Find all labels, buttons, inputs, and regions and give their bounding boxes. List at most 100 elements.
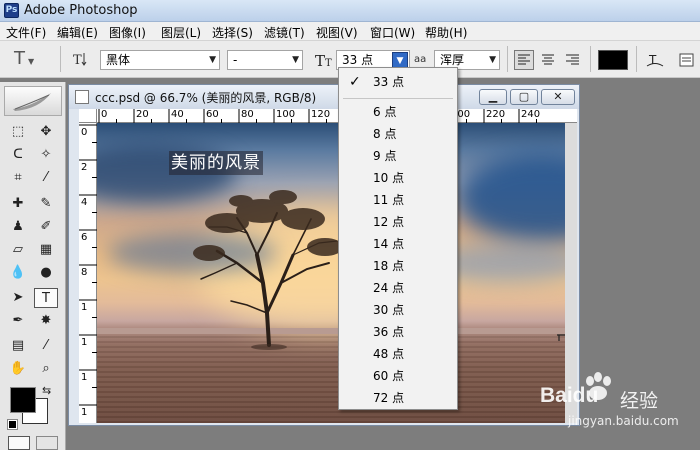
font-size-option-selected[interactable]: ✓ 33 点: [339, 71, 457, 93]
layer-text-caption[interactable]: 美丽的风景: [169, 151, 263, 175]
ruler-tick-label: 0: [101, 109, 108, 120]
slice-tool-icon[interactable]: ⁄: [34, 168, 58, 188]
ruler-origin[interactable]: [79, 109, 97, 123]
toolbox-header-feather-icon: [4, 86, 62, 116]
warp-text-button[interactable]: T: [644, 50, 666, 70]
menu-edit[interactable]: 编辑(E): [57, 24, 98, 41]
divider: [636, 46, 637, 72]
path-selection-tool-icon[interactable]: ➤: [6, 288, 30, 308]
type-tool-preset-icon: T: [14, 48, 25, 69]
menu-filter[interactable]: 滤镜(T): [264, 24, 305, 41]
menu-layer[interactable]: 图层(L): [161, 24, 201, 41]
history-brush-tool-icon[interactable]: ✐: [34, 217, 58, 237]
foreground-color-swatch[interactable]: [10, 387, 36, 413]
move-tool-icon[interactable]: ✥: [34, 122, 58, 142]
font-size-option[interactable]: 72 点: [339, 387, 457, 409]
font-size-option[interactable]: 24 点: [339, 277, 457, 299]
svg-text:T: T: [315, 52, 325, 70]
lasso-tool-icon[interactable]: ᑕ: [6, 145, 30, 165]
dodge-tool-icon[interactable]: ●: [34, 263, 58, 283]
ruler-tick-label: 4: [81, 197, 88, 208]
document-file-icon: [75, 90, 89, 104]
ruler-tick-label: 120: [311, 109, 331, 120]
chevron-down-icon: ▼: [292, 55, 299, 65]
font-size-option[interactable]: 60 点: [339, 365, 457, 387]
font-size-option[interactable]: 18 点: [339, 255, 457, 277]
magic-wand-tool-icon[interactable]: ✧: [34, 145, 58, 165]
font-size-option[interactable]: 6 点: [339, 101, 457, 123]
blur-tool-icon[interactable]: 💧: [6, 263, 30, 283]
menu-view[interactable]: 视图(V): [316, 24, 358, 41]
notes-tool-icon[interactable]: ▤: [6, 336, 30, 356]
ruler-tick-label: 0: [81, 127, 88, 138]
font-size-option-label: 33 点: [373, 75, 405, 89]
swap-colors-icon[interactable]: ⇆: [42, 384, 51, 397]
align-left-icon: [518, 54, 530, 65]
menu-select[interactable]: 选择(S): [212, 24, 253, 41]
text-color-swatch[interactable]: [598, 50, 628, 70]
minimize-button[interactable]: ▁: [479, 89, 507, 105]
baidu-jingyan-watermark: Baidu 经验 jingyan.baidu.com: [540, 370, 700, 432]
align-left-button[interactable]: [514, 50, 534, 70]
ruler-tick-label: 8: [81, 267, 88, 278]
text-orientation-button[interactable]: T: [70, 49, 92, 69]
ruler-horizontal: 0 20 40 60 80 100 120 140 160 180 200 22…: [97, 109, 577, 123]
maximize-button[interactable]: ▢: [510, 89, 538, 105]
document-canvas[interactable]: 美丽的风景: [97, 123, 577, 423]
chevron-down-icon: ▼: [489, 55, 496, 65]
font-style-select[interactable]: - ▼: [227, 50, 303, 70]
font-size-option[interactable]: 48 点: [339, 343, 457, 365]
font-size-option[interactable]: 9 点: [339, 145, 457, 167]
brush-tool-icon[interactable]: ✎: [34, 194, 58, 214]
tool-preset-picker[interactable]: T ▼: [14, 47, 50, 71]
font-size-option[interactable]: 12 点: [339, 211, 457, 233]
ruler-tick-label: 1: [81, 407, 88, 418]
ruler-vertical: 0 2 4 6 8 1 1 1 1: [79, 123, 97, 423]
hand-tool-icon[interactable]: ✋: [6, 359, 30, 379]
standard-mode-icon[interactable]: [8, 436, 30, 450]
font-size-value: 33 点: [342, 53, 374, 67]
pen-tool-icon[interactable]: ✒: [6, 311, 30, 331]
svg-text:T: T: [325, 58, 332, 69]
palettes-button[interactable]: [676, 50, 698, 70]
ruler-tick-label: 60: [206, 109, 219, 120]
ruler-tick-label: 1: [81, 302, 88, 313]
type-tool-icon[interactable]: T: [34, 288, 58, 308]
watermark-brand: Baidu: [540, 384, 599, 407]
menu-window[interactable]: 窗口(W): [370, 24, 415, 41]
document-title: ccc.psd @ 66.7% (美丽的风景, RGB/8): [95, 91, 317, 105]
gradient-tool-icon[interactable]: ▦: [34, 240, 58, 260]
menu-image[interactable]: 图像(I): [109, 24, 146, 41]
chevron-down-icon[interactable]: ▼: [392, 52, 408, 68]
font-size-icon: TT: [314, 50, 336, 70]
font-size-option[interactable]: 36 点: [339, 321, 457, 343]
healing-brush-tool-icon[interactable]: ✚: [6, 194, 30, 214]
zoom-tool-icon[interactable]: ⌕: [34, 359, 58, 379]
clone-stamp-tool-icon[interactable]: ♟: [6, 217, 30, 237]
eyedropper-tool-icon[interactable]: ⁄: [34, 336, 58, 356]
divider: [507, 46, 508, 72]
font-family-select[interactable]: 黑体 ▼: [100, 50, 220, 70]
font-size-option[interactable]: 8 点: [339, 123, 457, 145]
ruler-tick-label: 220: [486, 109, 506, 120]
palettes-icon: [679, 53, 694, 67]
font-size-dropdown: ✓ 33 点 6 点 8 点 9 点 10 点 11 点 12 点 14 点 1…: [338, 67, 458, 410]
marquee-tool-icon[interactable]: ⬚: [6, 122, 30, 142]
font-size-option[interactable]: 10 点: [339, 167, 457, 189]
menu-help[interactable]: 帮助(H): [425, 24, 467, 41]
ruler-tick-label: 80: [241, 109, 254, 120]
eraser-tool-icon[interactable]: ▱: [6, 240, 30, 260]
font-size-option[interactable]: 11 点: [339, 189, 457, 211]
align-right-button[interactable]: [562, 50, 582, 70]
custom-shape-tool-icon[interactable]: ✸: [34, 311, 58, 331]
ruler-tick-label: 240: [521, 109, 541, 120]
divider: [60, 46, 61, 72]
font-size-option[interactable]: 30 点: [339, 299, 457, 321]
quick-mask-mode-icon[interactable]: [36, 436, 58, 450]
close-button[interactable]: ✕: [541, 89, 575, 105]
menu-file[interactable]: 文件(F): [6, 24, 46, 41]
font-size-option[interactable]: 14 点: [339, 233, 457, 255]
crop-tool-icon[interactable]: ⌗: [6, 168, 30, 188]
default-colors-icon[interactable]: [7, 419, 18, 430]
align-center-button[interactable]: [538, 50, 558, 70]
